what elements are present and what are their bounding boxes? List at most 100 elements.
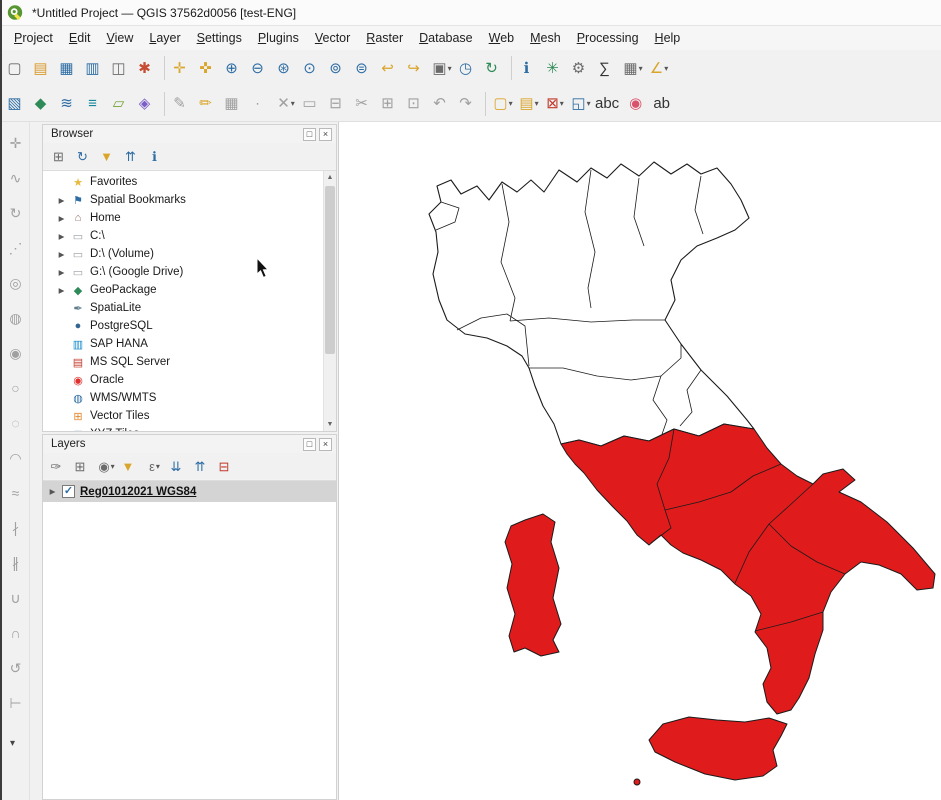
copy-features-icon[interactable]: ⊞ ▾ (377, 90, 403, 117)
temporal-controller-icon[interactable]: ◷ ▾ (455, 55, 481, 82)
merge-features-icon[interactable]: ∪ (5, 587, 27, 609)
zoom-last-icon[interactable]: ↩ ▾ (377, 55, 403, 82)
menu-layer[interactable]: Layer (141, 28, 188, 48)
cut-features-icon[interactable]: ✂ ▾ (351, 90, 377, 117)
browser-item-wms-wmts[interactable]: ▶ ◍ WMS/WMTS (57, 389, 336, 407)
browser-item-drive-g[interactable]: ▶ ▭ G:\ (Google Drive) (57, 263, 336, 281)
offset-curve-icon[interactable]: ≈ (5, 482, 27, 504)
browser-item-oracle[interactable]: ▶ ◉ Oracle (57, 371, 336, 389)
redo-icon[interactable]: ↷ ▾ (455, 90, 481, 117)
paste-features-icon[interactable]: ⊡ ▾ (403, 90, 429, 117)
label-options-icon[interactable]: ab ▾ (651, 90, 677, 117)
menu-vector[interactable]: Vector (307, 28, 358, 48)
menu-settings[interactable]: Settings (189, 28, 250, 48)
move-feature-icon[interactable]: ✛ (5, 132, 27, 154)
expand-all-icon[interactable]: ⇊ ▾ (167, 455, 190, 478)
new-project-icon[interactable]: ▢ ▾ (4, 55, 30, 82)
new-mesh-layer-icon[interactable]: ≡ ▾ (82, 90, 108, 117)
add-feature-icon[interactable]: ∙ ▾ (247, 90, 273, 117)
split-parts-icon[interactable]: ∦ (5, 552, 27, 574)
zoom-to-selection-icon[interactable]: ⊜ ▾ (351, 55, 377, 82)
zoom-to-layer-icon[interactable]: ⊚ ▾ (325, 55, 351, 82)
sum-features-icon[interactable]: ∑ ▾ (594, 55, 620, 82)
menu-edit[interactable]: Edit (61, 28, 99, 48)
modify-attributes-icon[interactable]: ▭ ▾ (299, 90, 325, 117)
refresh-browser-icon[interactable]: ↻ (71, 145, 94, 168)
filter-legend-icon[interactable]: ▼ ▾ (119, 455, 142, 478)
measure-icon[interactable]: ∠ ▾ (646, 55, 672, 82)
remove-layer-icon[interactable]: ⊟ ▾ (215, 455, 238, 478)
layer-item-reg01012021[interactable]: ▶ ✓ Reg01012021 WGS84 (43, 481, 336, 502)
browser-properties-icon[interactable]: ℹ (143, 145, 166, 168)
dropdown-arrow-icon[interactable]: ▾ (291, 99, 295, 108)
split-features-icon[interactable]: ∤ (5, 517, 27, 539)
browser-item-drive-d[interactable]: ▶ ▭ D:\ (Volume) (57, 245, 336, 263)
dropdown-arrow-icon[interactable]: ▾ (560, 99, 564, 108)
labels-icon[interactable]: abc ▾ (594, 90, 625, 117)
manage-map-themes-icon[interactable]: ◉ ▾ (95, 455, 118, 478)
scroll-down-icon[interactable]: ▼ (324, 418, 336, 431)
expander-icon[interactable]: ▶ (57, 214, 66, 223)
attribute-table-icon[interactable]: ▦ ▾ (620, 55, 646, 82)
menu-view[interactable]: View (98, 28, 141, 48)
new-geopackage-layer-icon[interactable]: ◆ ▾ (30, 90, 56, 117)
expander-icon[interactable]: ▶ (57, 232, 66, 241)
layer-styling-icon[interactable]: ✑ ▾ (47, 455, 70, 478)
browser-float-button[interactable]: □ (303, 128, 316, 141)
expander-icon[interactable]: ▶ (57, 196, 66, 205)
dropdown-arrow-icon[interactable]: ▾ (535, 99, 539, 108)
pan-map-icon[interactable]: ✛ ▾ (169, 55, 195, 82)
new-gpx-layer-icon[interactable]: ▱ ▾ (108, 90, 134, 117)
zoom-next-icon[interactable]: ↪ ▾ (403, 55, 429, 82)
zoom-in-icon[interactable]: ⊕ ▾ (221, 55, 247, 82)
browser-item-favorites[interactable]: ▶ ★ Favorites (57, 173, 336, 191)
browser-item-postgresql[interactable]: ▶ ● PostgreSQL (57, 317, 336, 335)
browser-item-xyz-tiles[interactable]: ▶ ⊞ XYZ Tiles (57, 425, 336, 431)
browser-item-ms-sql-server[interactable]: ▶ ▤ MS SQL Server (57, 353, 336, 371)
toggle-editing-icon[interactable]: ✎ ▾ (169, 90, 195, 117)
open-project-icon[interactable]: ▤ ▾ (30, 55, 56, 82)
new-shapefile-layer-icon[interactable]: ≋ ▾ (56, 90, 82, 117)
browser-item-vector-tiles[interactable]: ▶ ⊞ Vector Tiles (57, 407, 336, 425)
statistical-summary-icon[interactable]: ✳ ▾ (542, 55, 568, 82)
menu-web[interactable]: Web (481, 28, 522, 48)
browser-scrollbar[interactable]: ▲ ▼ (323, 171, 336, 431)
collapse-all-icon[interactable]: ⇈ (119, 145, 142, 168)
add-selected-layers-icon[interactable]: ⊞ (47, 145, 70, 168)
scrollbar-thumb[interactable] (325, 186, 335, 354)
rotate-symbols-icon[interactable]: ↺ (5, 657, 27, 679)
dropdown-arrow-icon[interactable]: ▾ (111, 462, 115, 471)
browser-item-spatial-bookmarks[interactable]: ▶ ⚑ Spatial Bookmarks (57, 191, 336, 209)
menu-project[interactable]: Project (6, 28, 61, 48)
digitize-shape-icon[interactable]: ∿ (5, 167, 27, 189)
add-group-icon[interactable]: ⊞ ▾ (71, 455, 94, 478)
style-manager-icon[interactable]: ✱ ▾ (134, 55, 160, 82)
merge-attributes-icon[interactable]: ∩ (5, 622, 27, 644)
options-icon[interactable]: ⚙ ▾ (568, 55, 594, 82)
browser-item-drive-c[interactable]: ▶ ▭ C:\ (57, 227, 336, 245)
menu-help[interactable]: Help (647, 28, 689, 48)
dropdown-arrow-icon[interactable]: ▾ (156, 462, 160, 471)
layers-close-button[interactable]: × (319, 438, 332, 451)
select-features-icon[interactable]: ▢ ▾ (490, 90, 516, 117)
delete-selected-icon[interactable]: ⊟ ▾ (325, 90, 351, 117)
fill-ring-icon[interactable]: ◉ (5, 342, 27, 364)
layer-checkbox[interactable]: ✓ (62, 485, 75, 498)
browser-item-home[interactable]: ▶ ⌂ Home (57, 209, 336, 227)
new-print-layout-icon[interactable]: ▥ ▾ (82, 55, 108, 82)
zoom-native-icon[interactable]: ⊙ ▾ (299, 55, 325, 82)
vertex-tool-icon[interactable]: ✕ ▾ (273, 90, 299, 117)
new-virtual-layer-icon[interactable]: ◈ ▾ (134, 90, 160, 117)
menu-mesh[interactable]: Mesh (522, 28, 569, 48)
zoom-out-icon[interactable]: ⊖ ▾ (247, 55, 273, 82)
dropdown-arrow-icon[interactable]: ▾ (664, 64, 668, 73)
delete-part-icon[interactable]: ◌ (5, 412, 27, 434)
expander-icon[interactable]: ▶ (57, 250, 66, 259)
menu-raster[interactable]: Raster (358, 28, 411, 48)
collapse-all-layers-icon[interactable]: ⇈ ▾ (191, 455, 214, 478)
layer-labeling-icon[interactable]: ◉ ▾ (625, 90, 651, 117)
deselect-features-icon[interactable]: ⊠ ▾ (542, 90, 568, 117)
dropdown-arrow-icon[interactable]: ▾ (509, 99, 513, 108)
save-layer-edits-icon[interactable]: ▦ ▾ (221, 90, 247, 117)
browser-item-spatialite[interactable]: ▶ ✒ SpatiaLite (57, 299, 336, 317)
